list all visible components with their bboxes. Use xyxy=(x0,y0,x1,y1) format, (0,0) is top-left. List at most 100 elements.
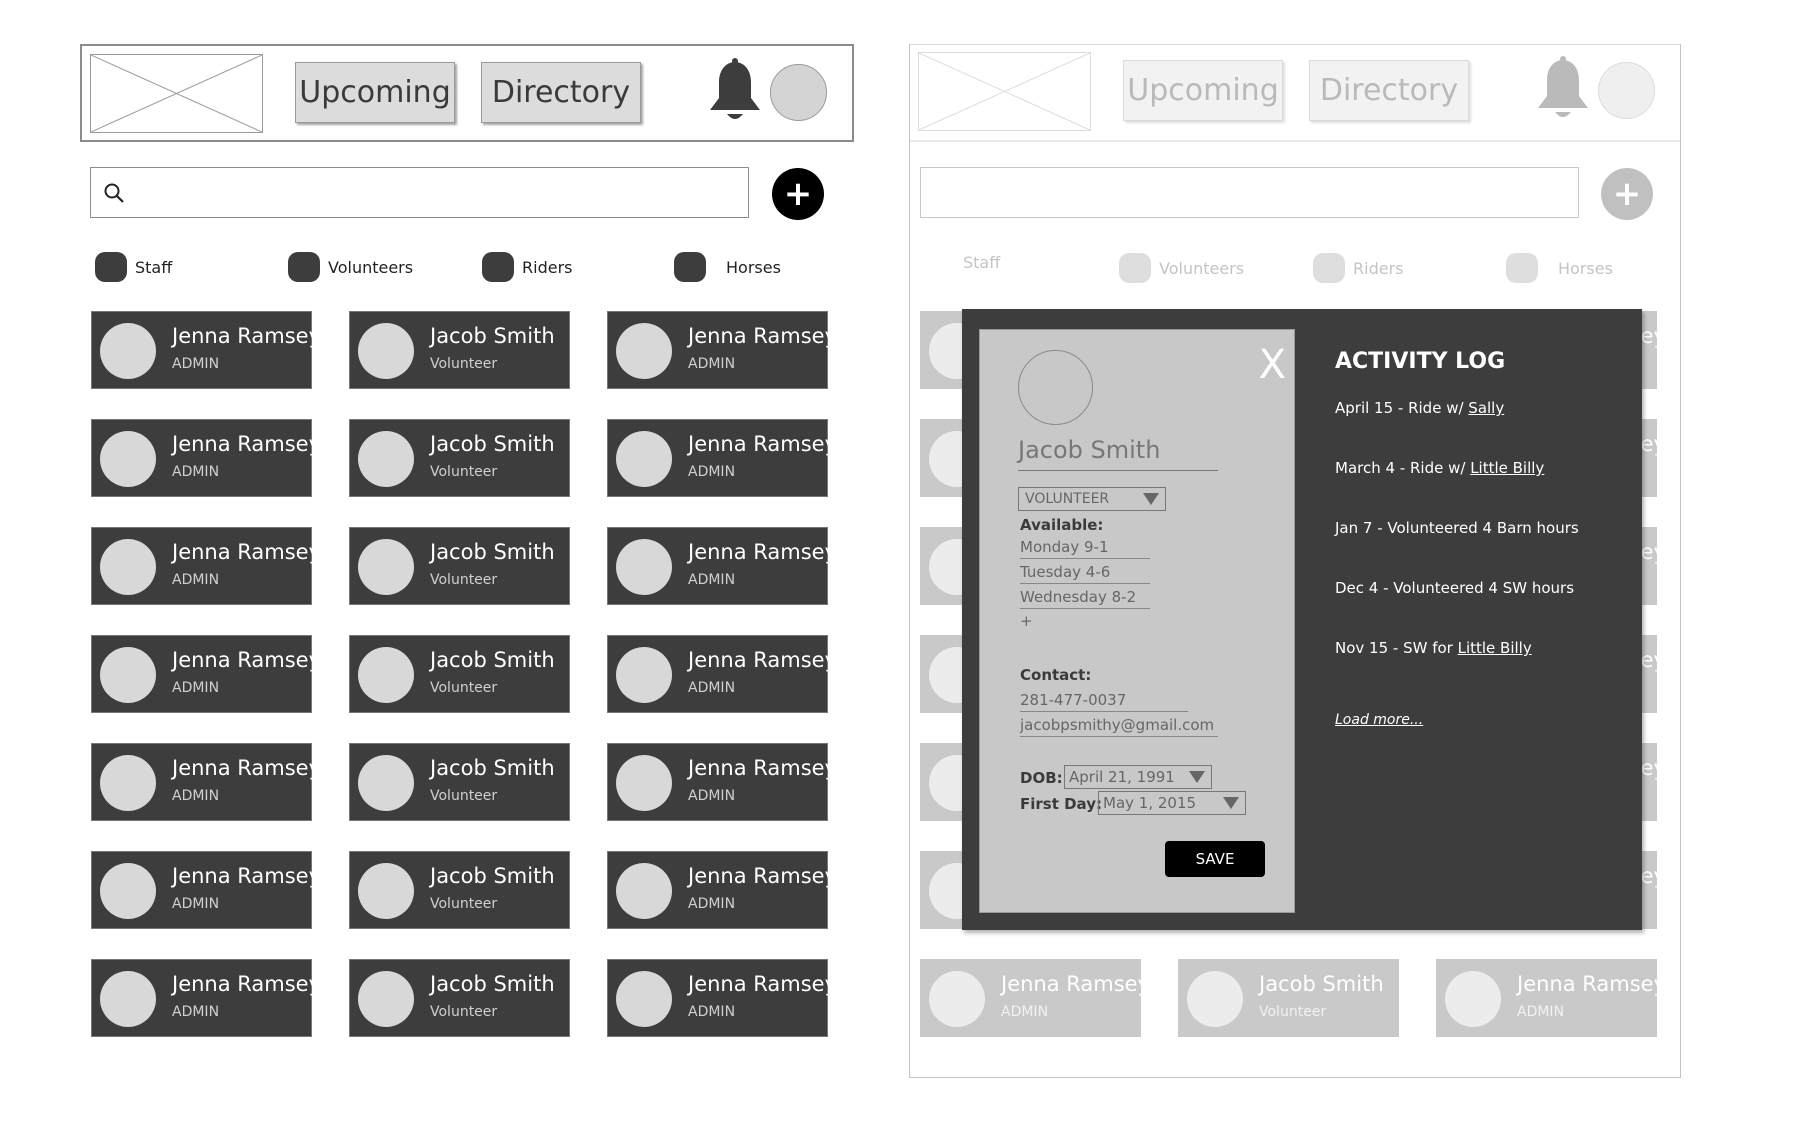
plus-icon: + xyxy=(1612,174,1642,214)
person-card[interactable]: Jenna Ramsey ADMIN xyxy=(607,635,837,713)
plus-icon: + xyxy=(783,174,813,214)
activity-log-item: April 15 - Ride w/ Sally xyxy=(1335,399,1504,417)
activity-text: Nov 15 - SW for xyxy=(1335,639,1458,657)
person-avatar xyxy=(1187,971,1243,1027)
person-card[interactable]: Jenna Ramsey ADMIN xyxy=(91,419,321,497)
first-day-label: First Day: xyxy=(1020,795,1102,813)
filter-label: Volunteers xyxy=(1159,258,1245,278)
filter-volunteers: Volunteers xyxy=(1119,253,1244,283)
add-availability-button[interactable]: + xyxy=(1020,612,1033,630)
availability-field-1[interactable]: Monday 9-1 xyxy=(1020,538,1150,559)
person-card[interactable]: Jenna Ramsey ADMIN xyxy=(607,419,837,497)
person-card[interactable]: Jacob Smith Volunteer xyxy=(349,635,570,713)
add-person-button[interactable]: + xyxy=(772,168,824,220)
person-name: Jenna Ramsey xyxy=(1517,972,1667,996)
checkbox-riders[interactable] xyxy=(482,252,514,282)
person-name: Jacob Smith xyxy=(430,540,555,564)
save-button[interactable]: SAVE xyxy=(1165,841,1265,877)
availability-field-3[interactable]: Wednesday 8-2 xyxy=(1020,588,1150,609)
search-input[interactable] xyxy=(90,167,749,218)
person-card[interactable]: Jenna Ramsey ADMIN xyxy=(91,527,321,605)
person-name: Jacob Smith xyxy=(430,324,555,348)
person-card[interactable]: Jenna Ramsey ADMIN xyxy=(607,743,837,821)
logo-placeholder-icon[interactable] xyxy=(90,54,263,133)
bell-icon[interactable] xyxy=(706,58,764,124)
person-role: Volunteer xyxy=(430,464,498,480)
person-name: Jenna Ramsey xyxy=(172,756,322,780)
person-role: ADMIN xyxy=(688,464,736,480)
person-card[interactable]: Jenna Ramsey ADMIN xyxy=(920,959,1150,1037)
person-role: ADMIN xyxy=(688,788,736,804)
person-role: ADMIN xyxy=(172,356,220,372)
person-name: Jenna Ramsey xyxy=(688,540,838,564)
person-avatar xyxy=(100,323,156,379)
person-card[interactable]: Jenna Ramsey ADMIN xyxy=(91,851,321,929)
chevron-down-icon xyxy=(1189,771,1205,783)
person-avatar xyxy=(616,539,672,595)
person-avatar xyxy=(358,323,414,379)
activity-link[interactable]: Little Billy xyxy=(1470,459,1544,477)
checkbox-staff[interactable] xyxy=(95,252,127,282)
person-card[interactable]: Jacob Smith Volunteer xyxy=(349,527,570,605)
person-role: Volunteer xyxy=(430,356,498,372)
person-role: Volunteer xyxy=(1259,1004,1327,1020)
filter-staff[interactable]: Staff xyxy=(95,252,172,282)
first-day-select[interactable]: May 1, 2015 xyxy=(1098,791,1246,815)
app-header: Upcoming Directory xyxy=(80,44,854,142)
checkbox-riders xyxy=(1313,253,1345,283)
filter-volunteers[interactable]: Volunteers xyxy=(288,252,413,282)
person-role: Volunteer xyxy=(430,680,498,696)
filter-label: Horses xyxy=(726,257,781,277)
person-card[interactable]: Jenna Ramsey ADMIN xyxy=(1436,959,1666,1037)
person-card[interactable]: Jenna Ramsey ADMIN xyxy=(91,743,321,821)
person-role: ADMIN xyxy=(688,356,736,372)
load-more-link[interactable]: Load more... xyxy=(1335,712,1423,728)
filter-riders[interactable]: Riders xyxy=(482,252,572,282)
person-card[interactable]: Jenna Ramsey ADMIN xyxy=(607,527,837,605)
role-select-value: VOLUNTEER xyxy=(1025,491,1110,507)
availability-field-2[interactable]: Tuesday 4-6 xyxy=(1020,563,1150,584)
person-card[interactable]: Jacob Smith Volunteer xyxy=(349,311,570,389)
logo-placeholder-icon xyxy=(918,52,1091,131)
nav-directory-button[interactable]: Directory xyxy=(481,62,641,123)
person-card[interactable]: Jenna Ramsey ADMIN xyxy=(607,851,837,929)
activity-link[interactable]: Little Billy xyxy=(1458,639,1532,657)
filter-staff: Staff xyxy=(963,253,1000,272)
nav-upcoming-button[interactable]: Upcoming xyxy=(295,62,455,123)
person-role: ADMIN xyxy=(1001,1004,1049,1020)
phone-field[interactable]: 281-477-0037 xyxy=(1020,691,1188,712)
dob-value: April 21, 1991 xyxy=(1069,768,1175,786)
checkbox-volunteers[interactable] xyxy=(288,252,320,282)
profile-modal-screen: Upcoming Directory + Staff Volunteers Ri… xyxy=(909,44,1681,1078)
person-role: ADMIN xyxy=(172,572,220,588)
person-card[interactable]: Jacob Smith Volunteer xyxy=(349,959,570,1037)
person-card[interactable]: Jenna Ramsey ADMIN xyxy=(91,635,321,713)
person-card[interactable]: Jacob Smith Volunteer xyxy=(349,851,570,929)
person-card[interactable]: Jacob Smith Volunteer xyxy=(1178,959,1399,1037)
person-card[interactable]: Jenna Ramsey ADMIN xyxy=(91,311,321,389)
profile-avatar[interactable] xyxy=(1018,350,1093,425)
person-avatar xyxy=(100,647,156,703)
checkbox-horses[interactable] xyxy=(674,252,706,282)
filter-label: Riders xyxy=(1353,258,1404,278)
activity-text: March 4 - Ride w/ xyxy=(1335,459,1471,477)
activity-log-title: ACTIVITY LOG xyxy=(1335,349,1506,374)
dob-select[interactable]: April 21, 1991 xyxy=(1064,765,1212,789)
filter-label: Riders xyxy=(522,257,573,277)
user-avatar[interactable] xyxy=(770,64,827,121)
profile-name-field[interactable]: Jacob Smith xyxy=(1018,436,1218,471)
add-person-button: + xyxy=(1601,168,1653,220)
activity-link[interactable]: Sally xyxy=(1468,399,1504,417)
role-select[interactable]: VOLUNTEER xyxy=(1018,487,1166,511)
person-card[interactable]: Jenna Ramsey ADMIN xyxy=(607,959,837,1037)
person-name: Jenna Ramsey xyxy=(172,648,322,672)
email-field[interactable]: jacobpsmithy@gmail.com xyxy=(1020,716,1218,737)
person-card[interactable]: Jenna Ramsey ADMIN xyxy=(91,959,321,1037)
checkbox-volunteers xyxy=(1119,253,1151,283)
filter-horses[interactable]: Horses xyxy=(674,252,781,282)
person-card[interactable]: Jenna Ramsey ADMIN xyxy=(607,311,837,389)
activity-text: April 15 - Ride w/ xyxy=(1335,399,1469,417)
person-card[interactable]: Jacob Smith Volunteer xyxy=(349,743,570,821)
close-icon[interactable]: X xyxy=(1259,342,1286,388)
person-card[interactable]: Jacob Smith Volunteer xyxy=(349,419,570,497)
